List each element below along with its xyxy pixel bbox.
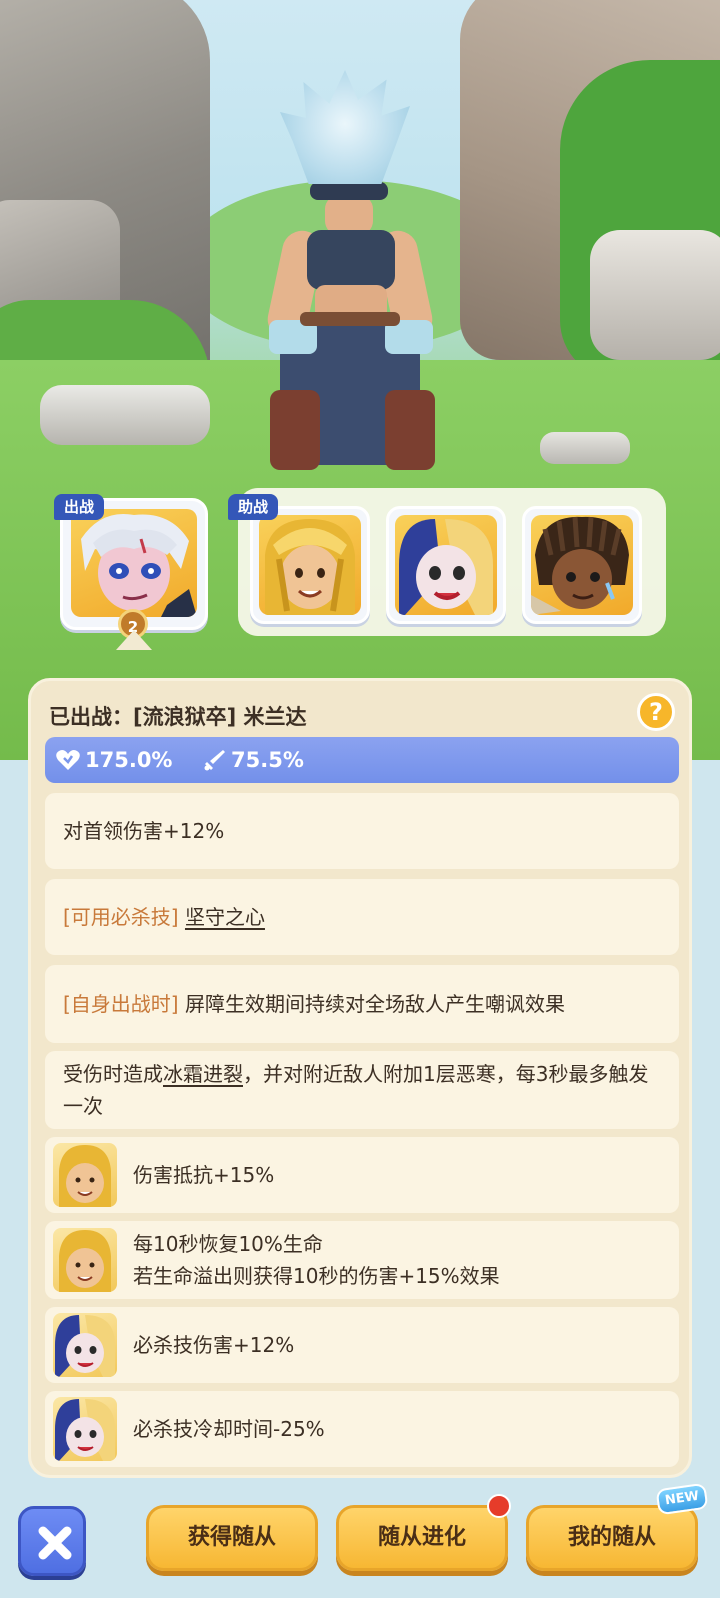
regen-line-1: 每10秒恢复10%生命 (133, 1232, 323, 1256)
help-button[interactable]: ? (637, 693, 675, 731)
close-button[interactable] (18, 1506, 86, 1576)
effect-row-regen: 每10秒恢复10%生命 若生命溢出则获得10秒的伤害+15%效果 (45, 1221, 679, 1299)
effect-text: 对首领伤害+12% (63, 819, 225, 843)
regen-line-2: 若生命溢出则获得10秒的伤害+15%效果 (133, 1264, 500, 1288)
effect-row-frost: 受伤时造成冰霜进裂，并对附近敌人附加1层恶寒，每3秒最多触发一次 (45, 1051, 679, 1129)
miranda-portrait (71, 509, 197, 617)
effect-row-ult-cooldown: 必杀技冷却时间-25% (45, 1391, 679, 1467)
attack-stat: 75.5% (203, 737, 304, 783)
question-icon: ? (649, 698, 663, 726)
selection-pointer (116, 630, 152, 650)
effect-row-ultimate: [可用必杀技] 坚守之心 (45, 879, 679, 955)
support-tag: 助战 (228, 494, 279, 520)
effect-text: 伤害抵抗+15% (133, 1163, 275, 1187)
effect-row-self-deploy: [自身出战时] 屏障生效期间持续对全场敌人产生嘲讽效果 (45, 965, 679, 1043)
deployed-name: [流浪狱卒] 米兰达 (133, 705, 307, 729)
my-companions-button[interactable]: 我的随从 NEW (526, 1482, 709, 1571)
health-stat-value: 175.0% (85, 748, 173, 772)
ground-rock (40, 385, 210, 445)
heart-icon (56, 750, 80, 770)
ultimate-tag: [可用必杀技] (63, 905, 179, 929)
harlequin-portrait (395, 515, 497, 615)
harlequin-companion-icon (53, 1397, 117, 1461)
support-card-1[interactable] (250, 506, 370, 624)
sword-icon (204, 750, 225, 771)
effect-text: 必杀技伤害+12% (133, 1333, 295, 1357)
health-stat: 175.0% (55, 737, 172, 783)
notification-dot (487, 1494, 511, 1518)
right-rock (590, 230, 720, 360)
effect-row-ult-damage: 必杀技伤害+12% (45, 1307, 679, 1383)
get-companion-button[interactable]: 获得随从 (146, 1505, 318, 1571)
gold-helmet-companion-icon (53, 1228, 117, 1292)
evolve-companion-button[interactable]: 随从进化 (336, 1494, 511, 1571)
attack-stat-value: 75.5% (231, 748, 304, 772)
ground-rock-small (540, 432, 630, 464)
frost-pre: 受伤时造成 (63, 1062, 163, 1086)
gold-helmet-portrait (259, 515, 361, 615)
new-badge: NEW (655, 1482, 709, 1516)
get-companion-label: 获得随从 (187, 1525, 276, 1550)
companion-info-panel: 已出战：[流浪狱卒] 米兰达 ? 175.0% 75.5% 对首领伤害+12% … (28, 678, 692, 1478)
ultimate-link[interactable]: 坚守之心 (185, 905, 265, 929)
main-tag: 出战 (54, 494, 105, 520)
effect-text: 必杀技冷却时间-25% (133, 1417, 325, 1441)
my-companions-label: 我的随从 (567, 1525, 656, 1550)
hero-model[interactable] (255, 70, 445, 470)
effect-row-damage-resist: 伤害抵抗+15% (45, 1137, 679, 1213)
gold-helmet-companion-icon (53, 1143, 117, 1207)
close-icon (38, 1526, 72, 1560)
effect-row-boss-damage: 对首领伤害+12% (45, 793, 679, 869)
harlequin-companion-icon (53, 1313, 117, 1377)
frost-link[interactable]: 冰霜进裂 (163, 1062, 243, 1086)
self-deploy-text: 屏障生效期间持续对全场敌人产生嘲讽效果 (184, 992, 565, 1016)
team-bar: 出战 2 助战 (0, 480, 720, 650)
stats-bar: 175.0% 75.5% (45, 737, 679, 783)
deployed-header: 已出战：[流浪狱卒] 米兰达 (49, 701, 307, 731)
support-card-2[interactable] (386, 506, 506, 624)
deployed-prefix: 已出战： (49, 705, 133, 729)
support-panel (238, 488, 666, 636)
self-deploy-tag: [自身出战时] (63, 992, 179, 1016)
evolve-companion-label: 随从进化 (377, 1525, 466, 1550)
support-card-3[interactable] (522, 506, 642, 624)
braided-warrior-portrait (531, 515, 633, 615)
